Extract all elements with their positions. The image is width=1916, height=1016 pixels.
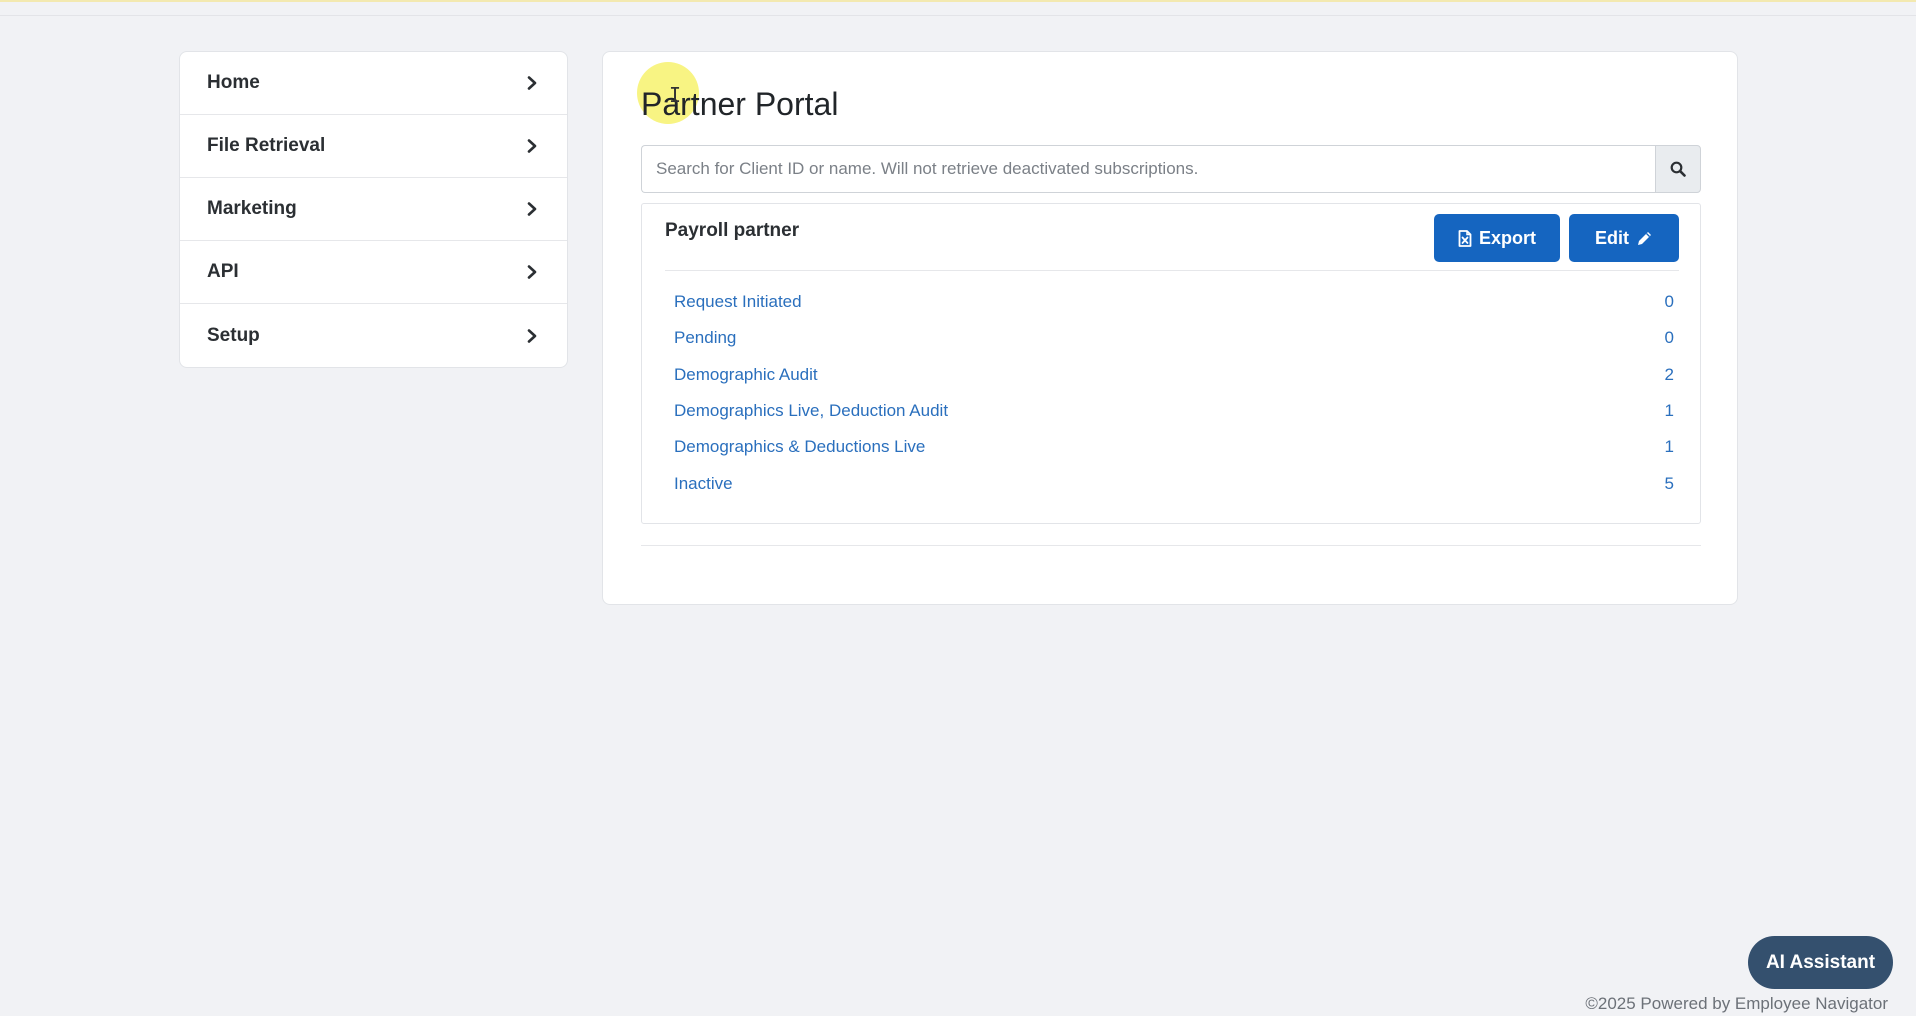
sidebar-item-api[interactable]: API: [180, 241, 567, 304]
search-input[interactable]: [641, 145, 1655, 193]
status-count: 0: [1664, 292, 1674, 312]
edit-button[interactable]: Edit: [1569, 214, 1679, 262]
search-bar: [641, 145, 1701, 193]
status-label: Demographics Live, Deduction Audit: [674, 401, 949, 421]
status-list: Request Initiated 0 Pending 0 Demographi…: [674, 284, 1674, 502]
sidebar-item-label: Setup: [207, 324, 260, 346]
status-label: Demographics & Deductions Live: [674, 437, 926, 457]
sidebar-item-label: API: [207, 261, 239, 282]
ai-assistant-label: AI Assistant: [1765, 951, 1876, 973]
partner-panel: Payroll partner Export Edit Request Init…: [641, 203, 1701, 524]
sidebar-item-label: Marketing: [207, 198, 297, 219]
status-count: 5: [1664, 473, 1674, 493]
export-label: Export: [1478, 227, 1536, 248]
chevron-right-icon: [527, 139, 537, 153]
status-label: Request Initiated: [674, 292, 802, 312]
chevron-right-icon: [527, 328, 537, 343]
status-label: Demographic Audit: [674, 364, 818, 384]
sidebar-item-marketing[interactable]: Marketing: [180, 178, 567, 241]
export-button[interactable]: Export: [1434, 214, 1560, 262]
status-row-demographics-deductions-live[interactable]: Demographics & Deductions Live 1: [674, 429, 1674, 465]
sidebar-item-file-retrieval[interactable]: File Retrieval: [180, 115, 567, 178]
status-row-inactive[interactable]: Inactive 5: [674, 465, 1674, 501]
search-icon: [1670, 161, 1686, 177]
chevron-right-icon: [527, 202, 537, 216]
status-count: 1: [1664, 401, 1674, 421]
footer-copyright: ©2025 Powered by Employee Navigator: [1585, 994, 1888, 1013]
partner-name: Payroll partner: [665, 220, 800, 241]
status-label: Pending: [674, 328, 737, 348]
card-divider: [641, 545, 1701, 546]
chevron-right-icon: [527, 76, 537, 90]
status-count: 2: [1664, 364, 1674, 384]
text-cursor-icon: I: [669, 83, 682, 107]
status-count: 0: [1664, 328, 1674, 348]
sidebar-item-home[interactable]: Home: [180, 52, 567, 115]
status-count: 1: [1664, 437, 1674, 457]
status-row-request-initiated[interactable]: Request Initiated 0: [674, 284, 1674, 320]
search-button[interactable]: [1655, 145, 1701, 193]
status-row-demographics-live-deduction-audit[interactable]: Demographics Live, Deduction Audit 1: [674, 393, 1674, 429]
status-label: Inactive: [674, 473, 733, 493]
ai-assistant-button[interactable]: AI Assistant: [1748, 936, 1893, 989]
panel-divider: [665, 270, 1679, 271]
status-row-demographic-audit[interactable]: Demographic Audit 2: [674, 357, 1674, 393]
file-excel-icon: [1458, 229, 1472, 247]
sidebar-item-setup[interactable]: Setup: [180, 304, 567, 367]
sidebar-item-label: Home: [207, 72, 260, 93]
chevron-right-icon: [527, 265, 537, 279]
status-row-pending[interactable]: Pending 0: [674, 320, 1674, 356]
edit-label: Edit: [1595, 227, 1629, 248]
top-bar: [0, 0, 1916, 16]
partner-portal-card: Partner Portal I Payroll partner Export …: [602, 51, 1738, 605]
sidebar-item-label: File Retrieval: [207, 135, 326, 156]
sidebar-nav: Home File Retrieval Marketing API Setup: [179, 51, 568, 368]
pencil-icon: [1638, 231, 1651, 245]
